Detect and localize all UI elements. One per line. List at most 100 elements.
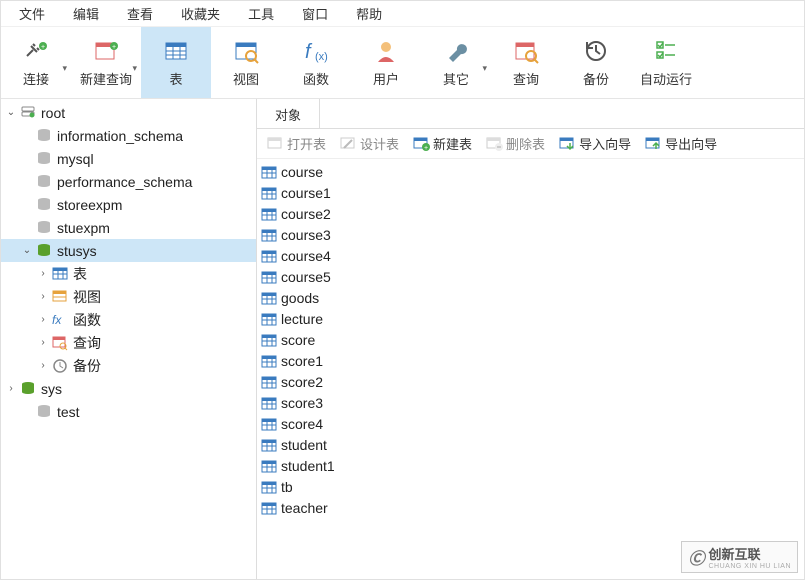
tree-item-视图[interactable]: › 视图 <box>1 285 256 308</box>
expand-icon[interactable]: ⌄ <box>21 245 33 256</box>
tree-label: 查询 <box>71 333 101 353</box>
table-row[interactable]: course4 <box>261 245 800 266</box>
table-row[interactable]: teacher <box>261 497 800 518</box>
ctb-label: 删除表 <box>506 134 545 153</box>
table-name: course1 <box>281 185 331 201</box>
table-icon <box>261 354 277 368</box>
table-row[interactable]: course1 <box>261 182 800 203</box>
toolbar: ▾连接▾新建查询表视图 函数用户▾其它查询备份 自动运行 <box>1 27 804 99</box>
expand-icon[interactable]: › <box>37 268 49 279</box>
tool-label: 备份 <box>583 69 609 88</box>
tree-label: storeexpm <box>55 197 122 213</box>
menu-3[interactable]: 收藏夹 <box>167 1 234 26</box>
db-icon <box>35 128 53 143</box>
tool-users[interactable]: 用户 <box>351 27 421 98</box>
open-t-icon <box>267 136 283 152</box>
menu-6[interactable]: 帮助 <box>342 1 396 26</box>
ctb-new-t[interactable]: 新建表 <box>413 134 472 153</box>
tree-item-information_schema[interactable]: information_schema <box>1 124 256 147</box>
tree-item-performance_schema[interactable]: performance_schema <box>1 170 256 193</box>
db-open-icon <box>35 243 53 258</box>
table-row[interactable]: score <box>261 329 800 350</box>
table-row[interactable]: course <box>261 161 800 182</box>
tree-label: 视图 <box>71 287 101 307</box>
tool-new-query[interactable]: ▾新建查询 <box>71 27 141 98</box>
table-name: tb <box>281 479 293 495</box>
tool-functions[interactable]: 函数 <box>281 27 351 98</box>
table-icon <box>261 480 277 494</box>
tree-item-mysql[interactable]: mysql <box>1 147 256 170</box>
table-row[interactable]: score3 <box>261 392 800 413</box>
db-icon <box>35 404 53 419</box>
table-name: score1 <box>281 353 323 369</box>
tree-item-storeexpm[interactable]: storeexpm <box>1 193 256 216</box>
table-icon <box>162 37 190 65</box>
table-s-icon <box>51 266 69 281</box>
tool-query[interactable]: 查询 <box>491 27 561 98</box>
table-row[interactable]: score2 <box>261 371 800 392</box>
tool-autorun[interactable]: 自动运行 <box>631 27 701 98</box>
tool-others[interactable]: ▾其它 <box>421 27 491 98</box>
table-name: lecture <box>281 311 323 327</box>
table-icon <box>261 249 277 263</box>
table-row[interactable]: course2 <box>261 203 800 224</box>
ctb-label: 设计表 <box>360 134 399 153</box>
tree-item-查询[interactable]: › 查询 <box>1 331 256 354</box>
table-row[interactable]: tb <box>261 476 800 497</box>
table-icon <box>261 186 277 200</box>
server-icon <box>19 105 37 120</box>
menubar: 文件编辑查看收藏夹工具窗口帮助 <box>1 1 804 27</box>
content-toolbar: 打开表设计表新建表删除表导入向导导出向导 <box>257 129 804 159</box>
tree-label: stuexpm <box>55 220 110 236</box>
table-name: score <box>281 332 315 348</box>
tree-item-stuexpm[interactable]: stuexpm <box>1 216 256 239</box>
expand-icon[interactable]: › <box>37 337 49 348</box>
ctb-import[interactable]: 导入向导 <box>559 134 631 153</box>
table-icon <box>261 312 277 326</box>
menu-5[interactable]: 窗口 <box>288 1 342 26</box>
tree-item-stusys[interactable]: ⌄stusys <box>1 239 256 262</box>
tree-item-备份[interactable]: ›备份 <box>1 354 256 377</box>
table-row[interactable]: student1 <box>261 455 800 476</box>
ctb-label: 新建表 <box>433 134 472 153</box>
tool-label: 自动运行 <box>640 69 692 88</box>
tree-item-root[interactable]: ⌄root <box>1 101 256 124</box>
ctb-design-t: 设计表 <box>340 134 399 153</box>
table-row[interactable]: goods <box>261 287 800 308</box>
watermark: Ⓒ 创新互联 CHUANG XIN HU LIAN <box>681 541 798 573</box>
table-row[interactable]: score4 <box>261 413 800 434</box>
table-name: goods <box>281 290 319 306</box>
menu-4[interactable]: 工具 <box>234 1 288 26</box>
tab-objects[interactable]: 对象 <box>257 99 320 128</box>
table-row[interactable]: course3 <box>261 224 800 245</box>
menu-1[interactable]: 编辑 <box>59 1 113 26</box>
tool-label: 其它 <box>443 69 469 88</box>
table-row[interactable]: score1 <box>261 350 800 371</box>
table-name: course <box>281 164 323 180</box>
tool-connect[interactable]: ▾连接 <box>1 27 71 98</box>
expand-icon[interactable]: › <box>37 291 49 302</box>
tool-tables[interactable]: 表 <box>141 27 211 98</box>
expand-icon[interactable]: › <box>37 360 49 371</box>
tree-item-test[interactable]: test <box>1 400 256 423</box>
table-name: score4 <box>281 416 323 432</box>
table-row[interactable]: course5 <box>261 266 800 287</box>
menu-2[interactable]: 查看 <box>113 1 167 26</box>
tool-backup[interactable]: 备份 <box>561 27 631 98</box>
tool-label: 视图 <box>233 69 259 88</box>
tree-item-sys[interactable]: ›sys <box>1 377 256 400</box>
menu-0[interactable]: 文件 <box>5 1 59 26</box>
sidebar-tree: ⌄rootinformation_schemamysqlperformance_… <box>1 99 256 579</box>
table-icon <box>261 375 277 389</box>
tree-label: 表 <box>71 264 87 284</box>
expand-icon[interactable]: ⌄ <box>5 107 17 118</box>
expand-icon[interactable]: › <box>37 314 49 325</box>
tool-views[interactable]: 视图 <box>211 27 281 98</box>
ctb-export[interactable]: 导出向导 <box>645 134 717 153</box>
tree-item-函数[interactable]: ›函数 <box>1 308 256 331</box>
tree-item-表[interactable]: ›表 <box>1 262 256 285</box>
table-row[interactable]: student <box>261 434 800 455</box>
expand-icon[interactable]: › <box>5 383 17 394</box>
backup-s-icon <box>51 358 69 373</box>
table-row[interactable]: lecture <box>261 308 800 329</box>
